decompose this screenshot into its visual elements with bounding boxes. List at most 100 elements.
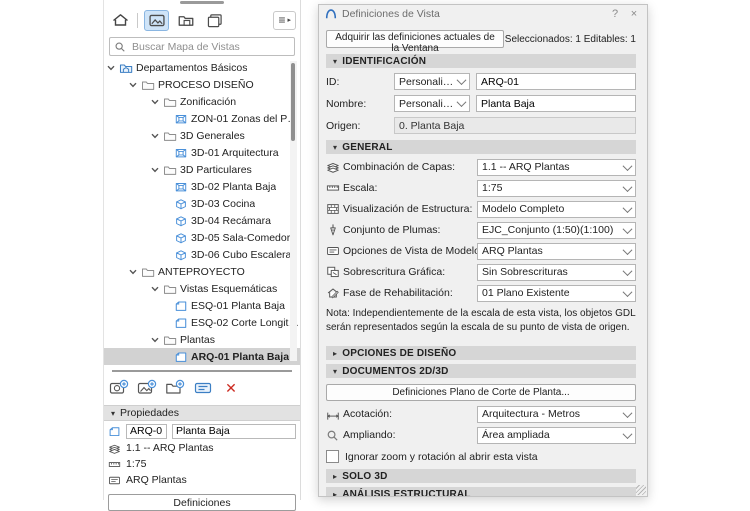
layer-combination-select[interactable]: 1.1 -- ARQ Plantas — [477, 158, 636, 176]
scale-select[interactable]: 1:75 — [477, 179, 636, 197]
perspective-view-icon — [174, 146, 188, 160]
tree-item-departamentos[interactable]: Departamentos Básicos — [104, 59, 300, 76]
add-view-button[interactable] — [109, 379, 129, 397]
id-mode-select[interactable]: Personalizado — [394, 73, 470, 90]
property-row-model-view[interactable]: ARQ Plantas — [104, 473, 300, 487]
origin-row: Origen: 0. Planta Baja — [326, 117, 636, 134]
tree-item-3d04[interactable]: 3D-04 Recámara — [104, 212, 300, 229]
scale-row: Escala: 1:75 — [326, 179, 636, 197]
properties-header[interactable]: ▾ Propiedades — [104, 405, 300, 421]
tree-scrollbar[interactable] — [290, 61, 297, 361]
pen-set-select[interactable]: EJC_Conjunto (1:50)(1:100) — [477, 221, 636, 239]
name-mode-select[interactable]: Personalizado — [394, 95, 470, 112]
search-input[interactable] — [130, 39, 290, 54]
acquire-settings-button[interactable]: Adquirir las definiciones actuales de la… — [326, 30, 504, 54]
graphic-override-select[interactable]: Sin Sobrescrituras — [477, 263, 636, 281]
id-value-field[interactable] — [476, 73, 636, 90]
tree-item-3d-generales[interactable]: 3D Generales — [104, 127, 300, 144]
property-row-scale[interactable]: 1:75 — [104, 457, 300, 471]
resize-grip[interactable] — [636, 485, 646, 495]
add-clone-icon — [137, 379, 157, 397]
folder-icon — [163, 163, 177, 177]
section-design-options[interactable]: ▸ OPCIONES DE DISEÑO — [326, 346, 636, 360]
rename-button[interactable] — [193, 379, 213, 397]
tree-item-vistas-esquematicas[interactable]: Vistas Esquemáticas — [104, 280, 300, 297]
section-documents-2d3d[interactable]: ▾ DOCUMENTOS 2D/3D — [326, 364, 636, 378]
tab-publisher[interactable] — [202, 10, 227, 31]
chevron-down-icon[interactable] — [150, 165, 160, 175]
zooming-select[interactable]: Área ampliada — [477, 426, 636, 444]
chevron-down-icon[interactable] — [150, 284, 160, 294]
view-name-field[interactable] — [172, 423, 296, 439]
help-button[interactable]: ? — [608, 8, 622, 20]
hamburger-menu-button[interactable]: ≡ ▸ — [273, 10, 296, 30]
view-map-tab-icon — [148, 13, 166, 28]
layer-combination-value: 1.1 -- ARQ Plantas — [126, 442, 214, 454]
structure-display-row: Visualización de Estructura: Modelo Comp… — [326, 200, 636, 218]
floor-plan-view-icon — [108, 425, 121, 438]
renovation-filter-select[interactable]: 01 Plano Existente — [477, 284, 636, 302]
property-row-layers[interactable]: 1.1 -- ARQ Plantas — [104, 441, 300, 455]
ignore-zoom-checkbox[interactable] — [326, 450, 339, 463]
tree-item-esq01[interactable]: ESQ-01 Planta Baja — [104, 297, 300, 314]
chevron-down-icon[interactable] — [106, 63, 116, 73]
dimension-select[interactable]: Arquitectura - Metros — [477, 405, 636, 423]
folder-icon — [163, 95, 177, 109]
chevron-down-icon[interactable] — [150, 131, 160, 141]
tree-item-3d02[interactable]: 3D-02 Planta Baja — [104, 178, 300, 195]
add-clone-button[interactable] — [137, 379, 157, 397]
chevron-down-icon — [622, 407, 633, 418]
tree-item-proceso[interactable]: PROCESO DISEÑO — [104, 76, 300, 93]
tree-item-anteproyecto[interactable]: ANTEPROYECTO — [104, 263, 300, 280]
ignore-zoom-row: Ignorar zoom y rotación al abrir esta vi… — [326, 450, 636, 463]
tree-item-3d-particulares[interactable]: 3D Particulares — [104, 161, 300, 178]
delete-icon: ✕ — [225, 380, 237, 396]
add-folder-button[interactable] — [165, 379, 185, 397]
tree-item-esq02[interactable]: ESQ-02 Corte Longitudinal 1 — [104, 314, 300, 331]
structure-display-select[interactable]: Modelo Completo — [477, 200, 636, 218]
model-view-options-select[interactable]: ARQ Plantas — [477, 242, 636, 260]
close-icon[interactable]: × — [627, 8, 641, 20]
chevron-down-icon[interactable] — [150, 335, 160, 345]
dialog-titlebar[interactable]: Definiciones de Vista ? × — [319, 5, 647, 23]
tree-item-plantas[interactable]: Plantas — [104, 331, 300, 348]
navigator-palette: ≡▸ Departamentos Básicos PROCESO DISEÑO … — [103, 0, 301, 511]
toolbar-separator — [137, 12, 138, 28]
section-only-3d[interactable]: ▸ SOLO 3D — [326, 469, 636, 483]
view-actions-toolbar: ✕ — [104, 372, 300, 402]
delete-button[interactable]: ✕ — [221, 379, 241, 397]
renovation-filter-row: Fase de Rehabilitación: 01 Plano Existen… — [326, 284, 636, 302]
folder-icon — [141, 78, 155, 92]
caret-down-icon: ▾ — [333, 142, 338, 152]
chevron-down-icon[interactable] — [150, 97, 160, 107]
definitions-button[interactable]: Definiciones — [108, 494, 296, 511]
tree-item-3d06[interactable]: 3D-06 Cubo Escaleras — [104, 246, 300, 263]
name-value-field[interactable] — [476, 95, 636, 112]
tree-item-3d05[interactable]: 3D-05 Sala-Comedor — [104, 229, 300, 246]
tab-view-map[interactable] — [144, 9, 169, 31]
add-folder-icon — [165, 379, 185, 397]
floor-plan-cut-settings-button[interactable]: Definiciones Plano de Corte de Planta... — [326, 384, 636, 401]
tree-item-3d03[interactable]: 3D-03 Cocina — [104, 195, 300, 212]
tree-item-arq01-selected[interactable]: ARQ-01 Planta Baja — [104, 348, 300, 365]
caret-right-icon: ▸ — [333, 471, 338, 481]
chevron-down-icon[interactable] — [128, 267, 138, 277]
scale-icon — [108, 458, 121, 471]
ignore-zoom-label: Ignorar zoom y rotación al abrir esta vi… — [345, 450, 538, 463]
scrollbar-thumb[interactable] — [291, 63, 295, 141]
section-general[interactable]: ▾ GENERAL — [326, 140, 636, 154]
chevron-down-icon[interactable] — [128, 80, 138, 90]
section-structural-analysis[interactable]: ▸ ANÁLISIS ESTRUCTURAL — [326, 487, 636, 497]
tab-layout-book[interactable] — [173, 10, 198, 31]
scale-icon — [326, 181, 343, 195]
palette-drag-handle[interactable] — [180, 1, 224, 4]
tree-item-zon01[interactable]: ZON-01 Zonas del Proyecto — [104, 110, 300, 127]
section-identification[interactable]: ▾ IDENTIFICACIÓN — [326, 54, 636, 68]
tree-item-zonificacion[interactable]: Zonificación — [104, 93, 300, 110]
tree-item-3d01[interactable]: 3D-01 Arquitectura — [104, 144, 300, 161]
project-chooser-button[interactable] — [109, 11, 131, 29]
caret-down-icon: ▾ — [111, 408, 116, 418]
floor-plan-view-icon — [174, 299, 188, 313]
caret-right-icon: ▸ — [333, 489, 338, 497]
view-id-field[interactable] — [126, 423, 167, 439]
